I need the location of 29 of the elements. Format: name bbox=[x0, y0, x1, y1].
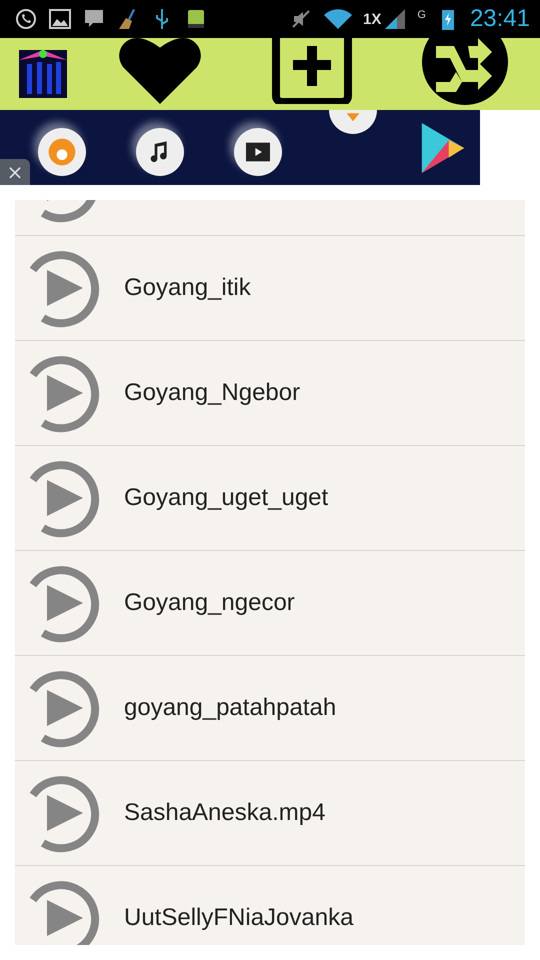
track-item[interactable]: Goyang_itik bbox=[15, 236, 525, 341]
data-type: G bbox=[417, 9, 426, 21]
clock: 23:41 bbox=[470, 5, 530, 33]
close-ad-button[interactable]: × bbox=[0, 159, 30, 185]
track-item[interactable]: UutSellyFNiaJovanka bbox=[15, 866, 525, 945]
track-item[interactable]: Goyang_uget_uget bbox=[15, 446, 525, 551]
track-title: Goyang_ngecor bbox=[124, 589, 295, 617]
track-item[interactable]: Goyang_ngecor bbox=[15, 551, 525, 656]
music-app-icon[interactable] bbox=[136, 128, 184, 176]
track-title: Goyang_itik bbox=[124, 274, 251, 302]
track-title: UutSellyFNiaJovanka bbox=[124, 904, 354, 932]
video-app-icon[interactable] bbox=[234, 128, 282, 176]
wifi-icon bbox=[323, 7, 354, 31]
track-title: Goyang_uget_uget bbox=[124, 484, 328, 512]
signal-icon bbox=[383, 7, 408, 31]
image-icon bbox=[48, 7, 72, 31]
track-item[interactable]: Goyang_Ngebor bbox=[15, 341, 525, 446]
track-item[interactable]: SashaAneska.mp4 bbox=[15, 761, 525, 866]
chat-icon bbox=[14, 7, 38, 31]
ad-banner[interactable]: × bbox=[0, 110, 480, 185]
track-title: goyang_patahpatah bbox=[124, 694, 336, 722]
shuffle-icon[interactable] bbox=[422, 38, 508, 105]
play-store-icon[interactable] bbox=[420, 123, 466, 173]
track-title: Goyang_Ngebor bbox=[124, 379, 300, 407]
network-type: 1X bbox=[363, 10, 382, 28]
track-item[interactable]: goyang_patahpatah bbox=[15, 656, 525, 761]
heart-icon[interactable] bbox=[118, 38, 202, 104]
track-title: SashaAneska.mp4 bbox=[124, 799, 326, 827]
add-icon[interactable] bbox=[272, 38, 352, 104]
